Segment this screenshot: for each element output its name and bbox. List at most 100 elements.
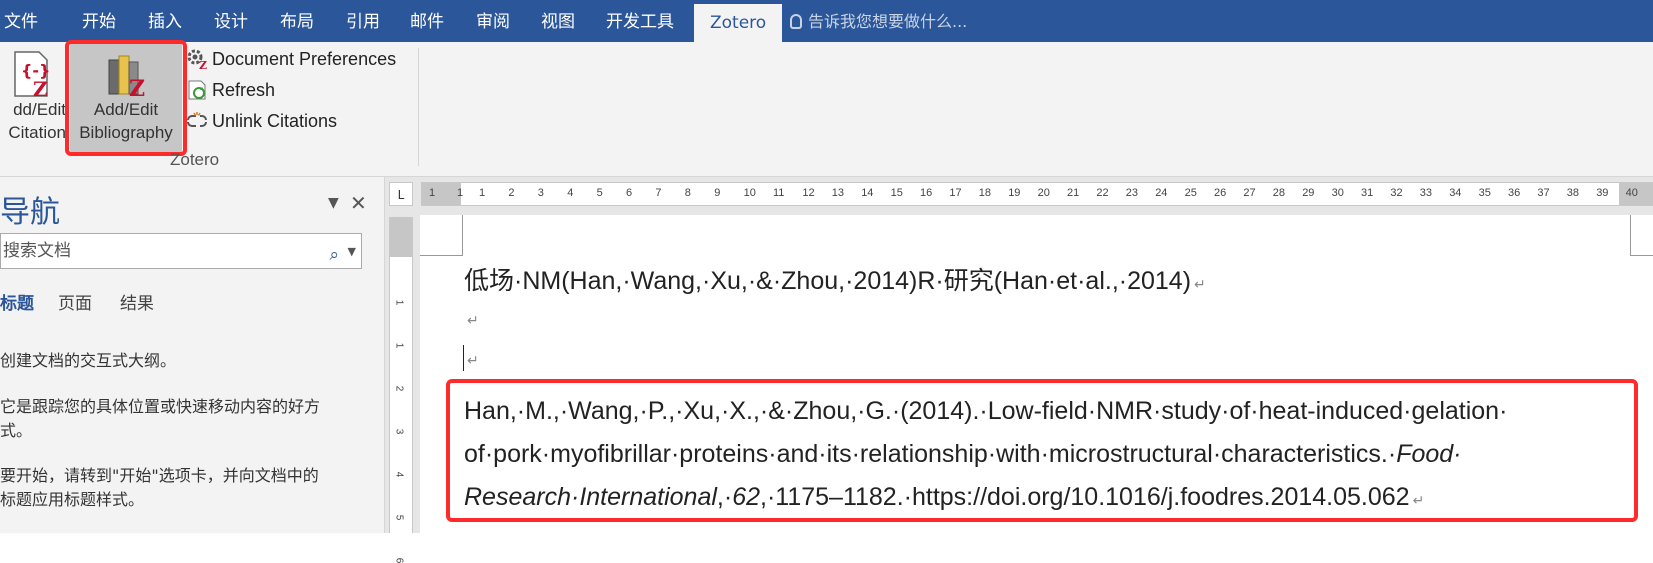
tab-references[interactable]: 引用 bbox=[346, 0, 380, 42]
paragraph-mark: ↵ bbox=[467, 352, 479, 368]
nav-help-text-2a: 它是跟踪您的具体位置或快速移动内容的好方 bbox=[0, 397, 321, 416]
ruler-tick: 7 bbox=[655, 187, 662, 199]
citation-paragraph[interactable]: 低场·NM(Han,·Wang,·Xu,·&·Zhou,·2014)R·研究(H… bbox=[464, 261, 1206, 297]
ruler-tick: 16 bbox=[920, 187, 933, 199]
empty-paragraph-2[interactable]: ↵ bbox=[464, 343, 479, 372]
nav-tab-headings[interactable]: 标题 bbox=[0, 289, 34, 314]
tab-zotero[interactable]: Zotero bbox=[694, 4, 783, 42]
ruler-tick: 13 bbox=[831, 187, 845, 199]
vertical-ruler[interactable]: 1 1 2 3 4 5 6 bbox=[389, 217, 413, 563]
nav-tab-results[interactable]: 结果 bbox=[120, 289, 154, 314]
paragraph-mark: ↵ bbox=[467, 312, 479, 328]
vertical-ruler-tick: 2 bbox=[393, 385, 405, 392]
gear-icon: Z bbox=[187, 49, 207, 70]
group-separator bbox=[418, 48, 419, 166]
vertical-ruler-tick: 1 bbox=[393, 299, 405, 306]
close-icon[interactable]: ✕ bbox=[350, 191, 367, 215]
ruler-tick: 24 bbox=[1155, 187, 1168, 199]
ruler-top-margin bbox=[390, 217, 412, 257]
tab-developer[interactable]: 开发工具 bbox=[606, 0, 674, 42]
ruler-tick: 32 bbox=[1390, 187, 1403, 199]
ruler-tick: 38 bbox=[1566, 187, 1580, 199]
ruler-tick: 2 bbox=[508, 187, 515, 199]
tell-me-text: 告诉我您想要做什么... bbox=[808, 12, 968, 31]
paragraph-mark: ↵ bbox=[1194, 276, 1206, 292]
refresh-label: Refresh bbox=[212, 80, 276, 100]
unlink-icon bbox=[187, 112, 207, 127]
document-preferences-label: Document Preferences bbox=[212, 49, 397, 69]
unlink-citations-label: Unlink Citations bbox=[212, 111, 338, 131]
ruler-tick: 5 bbox=[596, 187, 603, 199]
tab-review[interactable]: 审阅 bbox=[476, 0, 510, 42]
ruler-tick: 25 bbox=[1184, 187, 1197, 199]
ruler-tick: 3 bbox=[537, 187, 544, 199]
lightbulb-icon bbox=[790, 14, 802, 29]
ruler-tick: 36 bbox=[1508, 187, 1521, 199]
refresh-button[interactable]: Refresh bbox=[186, 76, 275, 104]
ruler-tick: 17 bbox=[949, 187, 962, 199]
page-corner-mark-left bbox=[420, 215, 463, 256]
ruler-tick: 12 bbox=[802, 187, 815, 199]
ruler-tick: 8 bbox=[684, 187, 691, 199]
ruler-tick: 26 bbox=[1214, 187, 1227, 199]
ruler-tick: 35 bbox=[1478, 187, 1491, 199]
ruler-tick: 9 bbox=[714, 187, 721, 199]
ruler-tick: 1 bbox=[457, 187, 464, 199]
tab-layout[interactable]: 布局 bbox=[280, 0, 314, 42]
tab-mailings[interactable]: 邮件 bbox=[410, 0, 444, 42]
horizontal-ruler[interactable]: 1 1 1 2 3 4 5 6 7 8 9 10 11 12 13 14 15 16 17 18 19 20 21 22 23 2… bbox=[421, 182, 1653, 206]
ruler-tick: 31 bbox=[1361, 187, 1374, 199]
vertical-ruler-tick: 3 bbox=[393, 428, 405, 435]
nav-help-text-3b: 标题应用标题样式。 bbox=[0, 490, 145, 509]
ruler-tick: 18 bbox=[978, 187, 992, 199]
vertical-ruler-tick: 4 bbox=[393, 471, 405, 478]
tell-me-box[interactable]: 告诉我您想要做什么... bbox=[790, 0, 967, 42]
tab-home[interactable]: 开始 bbox=[82, 0, 116, 42]
vertical-ruler-tick: 5 bbox=[393, 514, 405, 521]
search-icon[interactable]: ⌕ bbox=[329, 238, 339, 272]
ruler-tick: 29 bbox=[1302, 187, 1315, 199]
citation-label-2: Citation bbox=[8, 123, 66, 142]
empty-paragraph-1[interactable]: ↵ bbox=[464, 303, 479, 332]
ruler-tick: 4 bbox=[567, 187, 574, 199]
tab-insert[interactable]: 插入 bbox=[148, 0, 182, 42]
ruler-tick: 15 bbox=[890, 187, 903, 199]
citation-text: 低场·NM(Han,·Wang,·Xu,·&·Zhou,·2014)R·研究(H… bbox=[464, 267, 1192, 295]
tab-view[interactable]: 视图 bbox=[541, 0, 575, 42]
citation-icon: {-} Z bbox=[14, 51, 50, 98]
ruler-tick: 28 bbox=[1272, 187, 1286, 199]
svg-text:Z: Z bbox=[33, 77, 48, 98]
ruler-tick: 6 bbox=[626, 187, 633, 199]
tab-selector[interactable]: L bbox=[389, 182, 413, 206]
tab-design[interactable]: 设计 bbox=[214, 0, 248, 42]
vertical-ruler-tick: 1 bbox=[393, 342, 405, 349]
ruler-tick: 30 bbox=[1331, 187, 1344, 199]
ruler-tick: 33 bbox=[1419, 187, 1433, 199]
nav-search-input[interactable]: 搜索文档 ⌕ ▼ bbox=[0, 233, 362, 269]
add-edit-citation-button[interactable]: {-} Z dd/Edit Citation bbox=[0, 42, 66, 154]
chevron-down-icon[interactable]: ▼ bbox=[348, 235, 356, 269]
highlight-box-bibliography-entry bbox=[446, 379, 1638, 522]
ruler-tick: 27 bbox=[1243, 187, 1256, 199]
ruler-left-margin bbox=[421, 183, 461, 205]
nav-title: 导航 bbox=[0, 195, 60, 230]
page-corner-mark-right bbox=[1630, 215, 1653, 256]
nav-help-text-1: 创建文档的交互式大纲。 bbox=[0, 351, 177, 370]
ruler-tick: 1 bbox=[429, 187, 436, 199]
nav-options-icon[interactable]: ▼ bbox=[328, 195, 339, 211]
ruler-tick: 20 bbox=[1037, 187, 1050, 199]
highlight-box-bibliography bbox=[65, 40, 187, 156]
ruler-tick: 37 bbox=[1537, 187, 1550, 199]
ribbon: {-} Z dd/Edit Citation Z Add/Edit Bibliogr… bbox=[0, 40, 1653, 177]
nav-tab-pages[interactable]: 页面 bbox=[58, 289, 92, 314]
ruler-tick: 23 bbox=[1125, 187, 1139, 199]
unlink-citations-button[interactable]: Unlink Citations bbox=[186, 107, 337, 135]
nav-search-placeholder: 搜索文档 bbox=[3, 241, 71, 261]
refresh-icon bbox=[188, 80, 206, 100]
document-preferences-button[interactable]: Z Document Preferences bbox=[186, 45, 396, 73]
ruler-tick: 10 bbox=[743, 187, 756, 199]
nav-help-text-2b: 式。 bbox=[0, 421, 33, 440]
tab-file[interactable]: 文件 bbox=[4, 0, 38, 42]
nav-help-text-3a: 要开始，请转到"开始"选项卡，并向文档中的 bbox=[0, 466, 319, 485]
menu-bar: 文件 开始 插入 设计 布局 引用 邮件 审阅 视图 开发工具 Zotero 告… bbox=[0, 0, 1653, 42]
